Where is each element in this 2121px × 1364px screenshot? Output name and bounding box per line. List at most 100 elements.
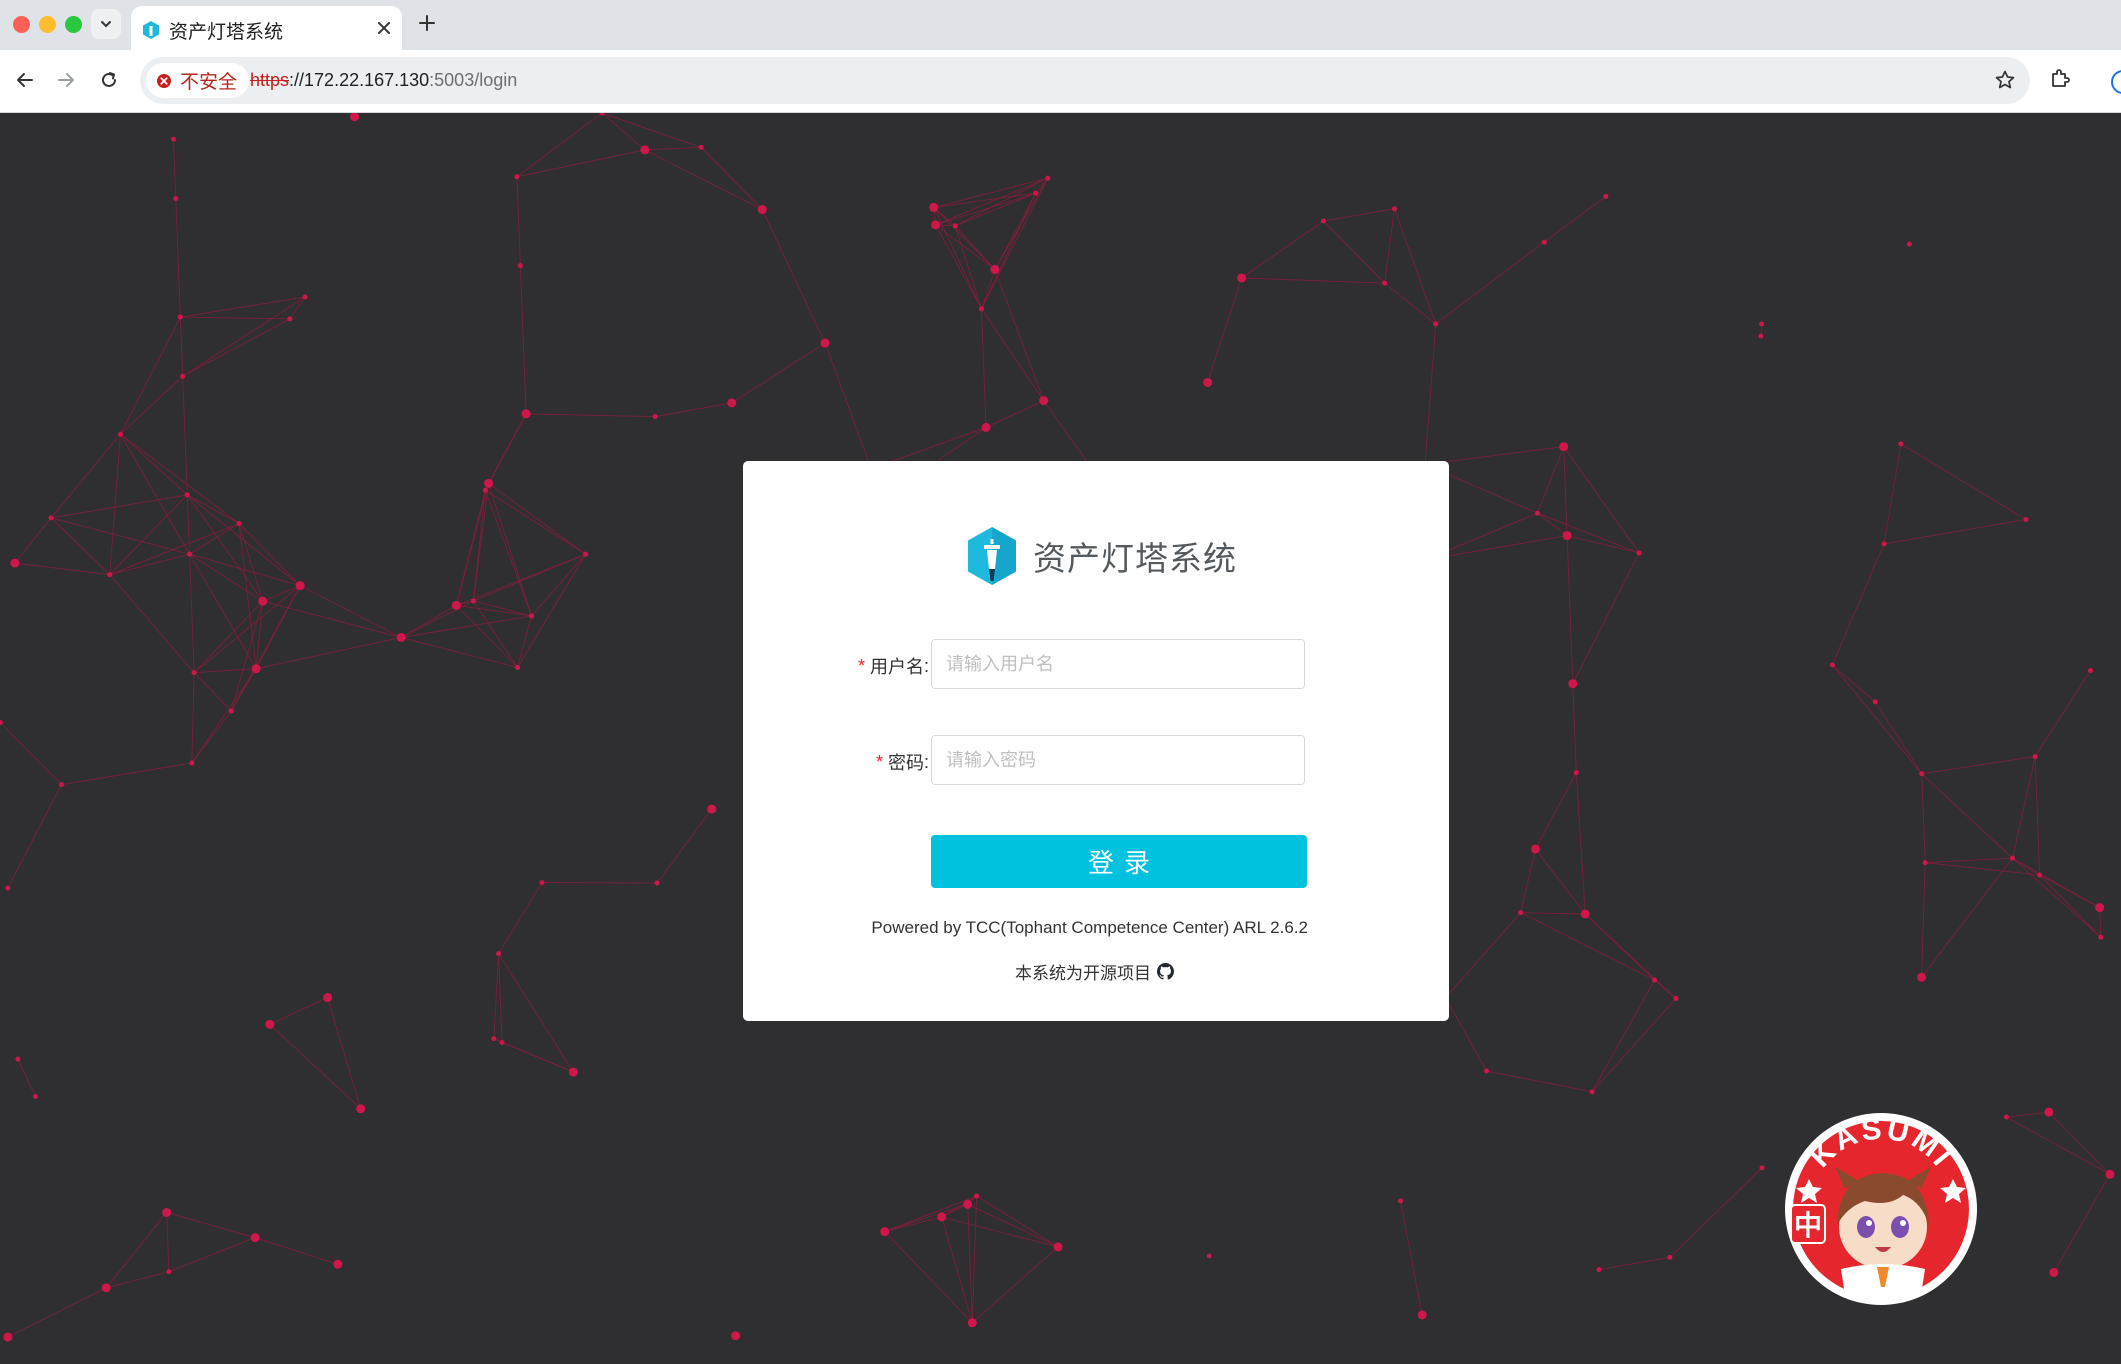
network-node bbox=[117, 431, 123, 437]
network-link bbox=[168, 1237, 256, 1273]
profile-icon[interactable] bbox=[2111, 70, 2121, 94]
forward-arrow-icon[interactable] bbox=[55, 69, 77, 91]
network-link bbox=[109, 553, 190, 576]
network-node bbox=[2087, 668, 2093, 674]
login-button[interactable]: 登录 bbox=[931, 835, 1307, 888]
window-close-button[interactable] bbox=[13, 16, 30, 33]
network-node bbox=[184, 492, 190, 498]
network-link bbox=[1572, 683, 1577, 773]
network-link bbox=[935, 224, 996, 270]
network-link bbox=[488, 482, 586, 555]
network-node bbox=[32, 1094, 38, 1100]
window-minimize-button[interactable] bbox=[39, 16, 56, 33]
network-node bbox=[1906, 241, 1912, 247]
new-tab-plus-icon[interactable] bbox=[416, 12, 438, 34]
network-link bbox=[1591, 979, 1655, 1093]
network-link bbox=[981, 308, 1045, 401]
network-link bbox=[1535, 848, 1586, 915]
network-link bbox=[456, 604, 532, 617]
network-node bbox=[974, 1193, 980, 1199]
network-node bbox=[1417, 1310, 1427, 1320]
network-link bbox=[189, 554, 195, 673]
label-colon: : bbox=[923, 655, 929, 676]
network-link bbox=[1584, 913, 1655, 981]
network-link bbox=[106, 1271, 170, 1289]
network-link bbox=[601, 113, 646, 151]
network-link bbox=[516, 176, 521, 266]
network-link bbox=[493, 953, 500, 1039]
network-node bbox=[820, 338, 830, 348]
network-link bbox=[105, 1212, 168, 1289]
network-link bbox=[884, 1195, 977, 1233]
network-link bbox=[1435, 241, 1545, 325]
network-node bbox=[1039, 396, 1049, 406]
network-link bbox=[1921, 756, 2036, 775]
network-node bbox=[1398, 1198, 1404, 1204]
network-link bbox=[498, 953, 503, 1043]
brand-title: 资产灯塔系统 bbox=[1033, 540, 1237, 577]
network-node bbox=[963, 1199, 973, 1209]
network-link bbox=[935, 192, 1036, 226]
network-link bbox=[1884, 519, 2027, 545]
tab-search-button[interactable] bbox=[91, 9, 121, 39]
network-link bbox=[327, 997, 362, 1109]
network-link bbox=[179, 317, 184, 377]
network-link bbox=[254, 1237, 339, 1265]
network-node bbox=[1758, 333, 1764, 339]
username-label: * 用户名 : bbox=[858, 653, 929, 679]
network-link bbox=[980, 308, 987, 428]
network-link bbox=[1669, 1167, 1763, 1258]
network-node bbox=[2095, 903, 2105, 913]
network-link bbox=[189, 553, 301, 587]
network-node bbox=[1541, 239, 1547, 245]
network-link bbox=[1323, 220, 1385, 284]
network-link bbox=[1537, 512, 1568, 536]
username-label-text: 用户名 bbox=[869, 657, 924, 677]
network-link bbox=[824, 342, 872, 470]
network-link bbox=[186, 494, 301, 586]
network-link bbox=[2012, 756, 2036, 859]
network-link bbox=[941, 1216, 1059, 1248]
network-node bbox=[1033, 190, 1039, 196]
network-node bbox=[514, 664, 520, 670]
network-link bbox=[0, 722, 62, 785]
network-node bbox=[499, 1040, 505, 1046]
username-input[interactable] bbox=[931, 639, 1305, 689]
window-maximize-button[interactable] bbox=[65, 16, 82, 33]
network-node bbox=[58, 782, 64, 788]
network-node bbox=[396, 632, 406, 642]
reload-icon[interactable] bbox=[98, 69, 120, 91]
chevron-down-icon bbox=[101, 21, 111, 28]
back-arrow-icon[interactable] bbox=[14, 69, 36, 91]
network-node bbox=[302, 294, 308, 300]
kasumi-mascot-badge[interactable]: KASUMI 中 bbox=[1781, 1109, 1981, 1309]
browser-tab-active[interactable]: 资产灯塔系统 bbox=[131, 6, 402, 50]
network-node bbox=[228, 708, 234, 714]
network-link bbox=[2053, 1174, 2111, 1273]
bookmark-star-icon[interactable] bbox=[1994, 69, 2016, 91]
extensions-puzzle-icon[interactable] bbox=[2048, 67, 2072, 91]
network-node bbox=[1562, 531, 1572, 541]
password-input[interactable] bbox=[931, 735, 1305, 785]
network-node bbox=[952, 223, 958, 229]
network-link bbox=[531, 553, 587, 617]
network-link bbox=[186, 494, 191, 555]
security-indicator[interactable]: 不安全 bbox=[146, 63, 250, 98]
network-link bbox=[1543, 196, 1607, 243]
network-link bbox=[256, 636, 402, 670]
network-node bbox=[3, 1332, 13, 1342]
network-link bbox=[516, 113, 603, 178]
github-icon[interactable] bbox=[1157, 963, 1174, 980]
network-link bbox=[981, 177, 1049, 310]
address-bar[interactable]: 不安全 https://172.22.167.130:5003/login bbox=[140, 57, 2030, 104]
required-mark: * bbox=[875, 751, 883, 772]
network-node bbox=[189, 760, 195, 766]
network-link bbox=[189, 553, 257, 669]
warning-x-icon bbox=[157, 73, 171, 88]
network-node bbox=[990, 265, 1000, 275]
network-link bbox=[2039, 874, 2102, 938]
url-text[interactable]: https://172.22.167.130:5003/login bbox=[250, 70, 517, 91]
network-link bbox=[700, 147, 763, 210]
network-node bbox=[180, 373, 186, 379]
close-icon[interactable] bbox=[376, 20, 392, 36]
